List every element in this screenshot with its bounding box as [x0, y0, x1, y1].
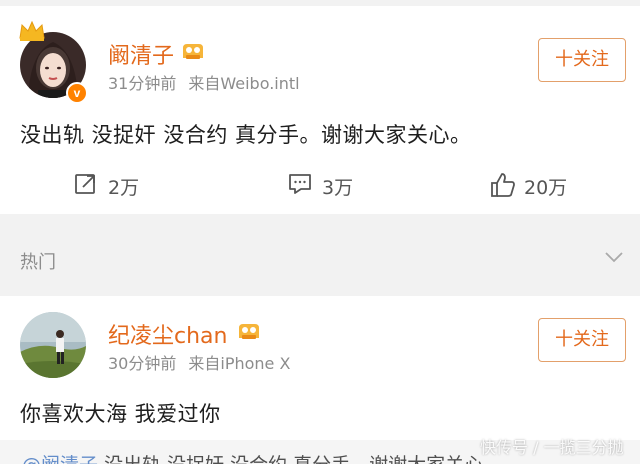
post-meta: 31分钟前 来自Weibo.intl: [108, 70, 312, 94]
hot-label: 热门: [20, 252, 56, 273]
post-content: 没出轨 没捉奸 没合约 真分手。谢谢大家关心。: [20, 123, 472, 147]
watermark: 快传号 / 一揽三分抛: [480, 438, 624, 457]
comment-source: 来自iPhone X: [188, 354, 291, 373]
verified-badge-icon: v: [66, 82, 88, 104]
comment-meta: 30分钟前 来自iPhone X: [108, 350, 302, 374]
post-time: 31分钟前: [108, 74, 177, 93]
quoted-content: 没出轨 没捉奸 没合约 真分手。谢谢大家关心。: [104, 454, 502, 464]
comment-content: 你喜欢大海 我爱过你: [20, 402, 221, 426]
post-actions: 2万 3万 20万: [0, 164, 640, 208]
comment-icon: [289, 174, 311, 194]
follow-label: 十关注: [555, 49, 609, 70]
crown-icon: [19, 20, 45, 41]
post-source: 来自Weibo.intl: [188, 74, 300, 93]
like-button[interactable]: 20万: [490, 170, 580, 200]
post-card: v 阚清子 31分钟前 来自Weibo.intl 十关注 没出轨 没捉奸 没合约 …: [0, 6, 640, 214]
quoted-post-text: @阚清子 没出轨 没捉奸 没合约 真分手。谢谢大家关心。: [22, 450, 502, 464]
repost-button[interactable]: 2万: [74, 170, 154, 200]
follow-button[interactable]: 十关注: [538, 38, 626, 82]
hot-section-header[interactable]: 热门: [0, 232, 640, 286]
comment-avatar[interactable]: [20, 312, 86, 378]
post-username[interactable]: 阚清子: [108, 38, 174, 70]
repost-count: 2万: [108, 177, 140, 199]
level-icon: [183, 44, 203, 59]
follow-label: 十关注: [555, 329, 609, 350]
comment-count: 3万: [322, 177, 354, 199]
comment-button[interactable]: 3万: [288, 170, 368, 200]
quoted-mention[interactable]: @阚清子: [22, 454, 98, 464]
comment-time: 30分钟前: [108, 354, 177, 373]
level-icon: [239, 324, 259, 339]
comment-username[interactable]: 纪凌尘chan: [108, 318, 227, 350]
repost-icon: [75, 174, 95, 194]
like-count: 20万: [524, 177, 568, 199]
chevron-down-icon[interactable]: [604, 250, 624, 264]
like-icon: [491, 173, 515, 197]
follow-button[interactable]: 十关注: [538, 318, 626, 362]
